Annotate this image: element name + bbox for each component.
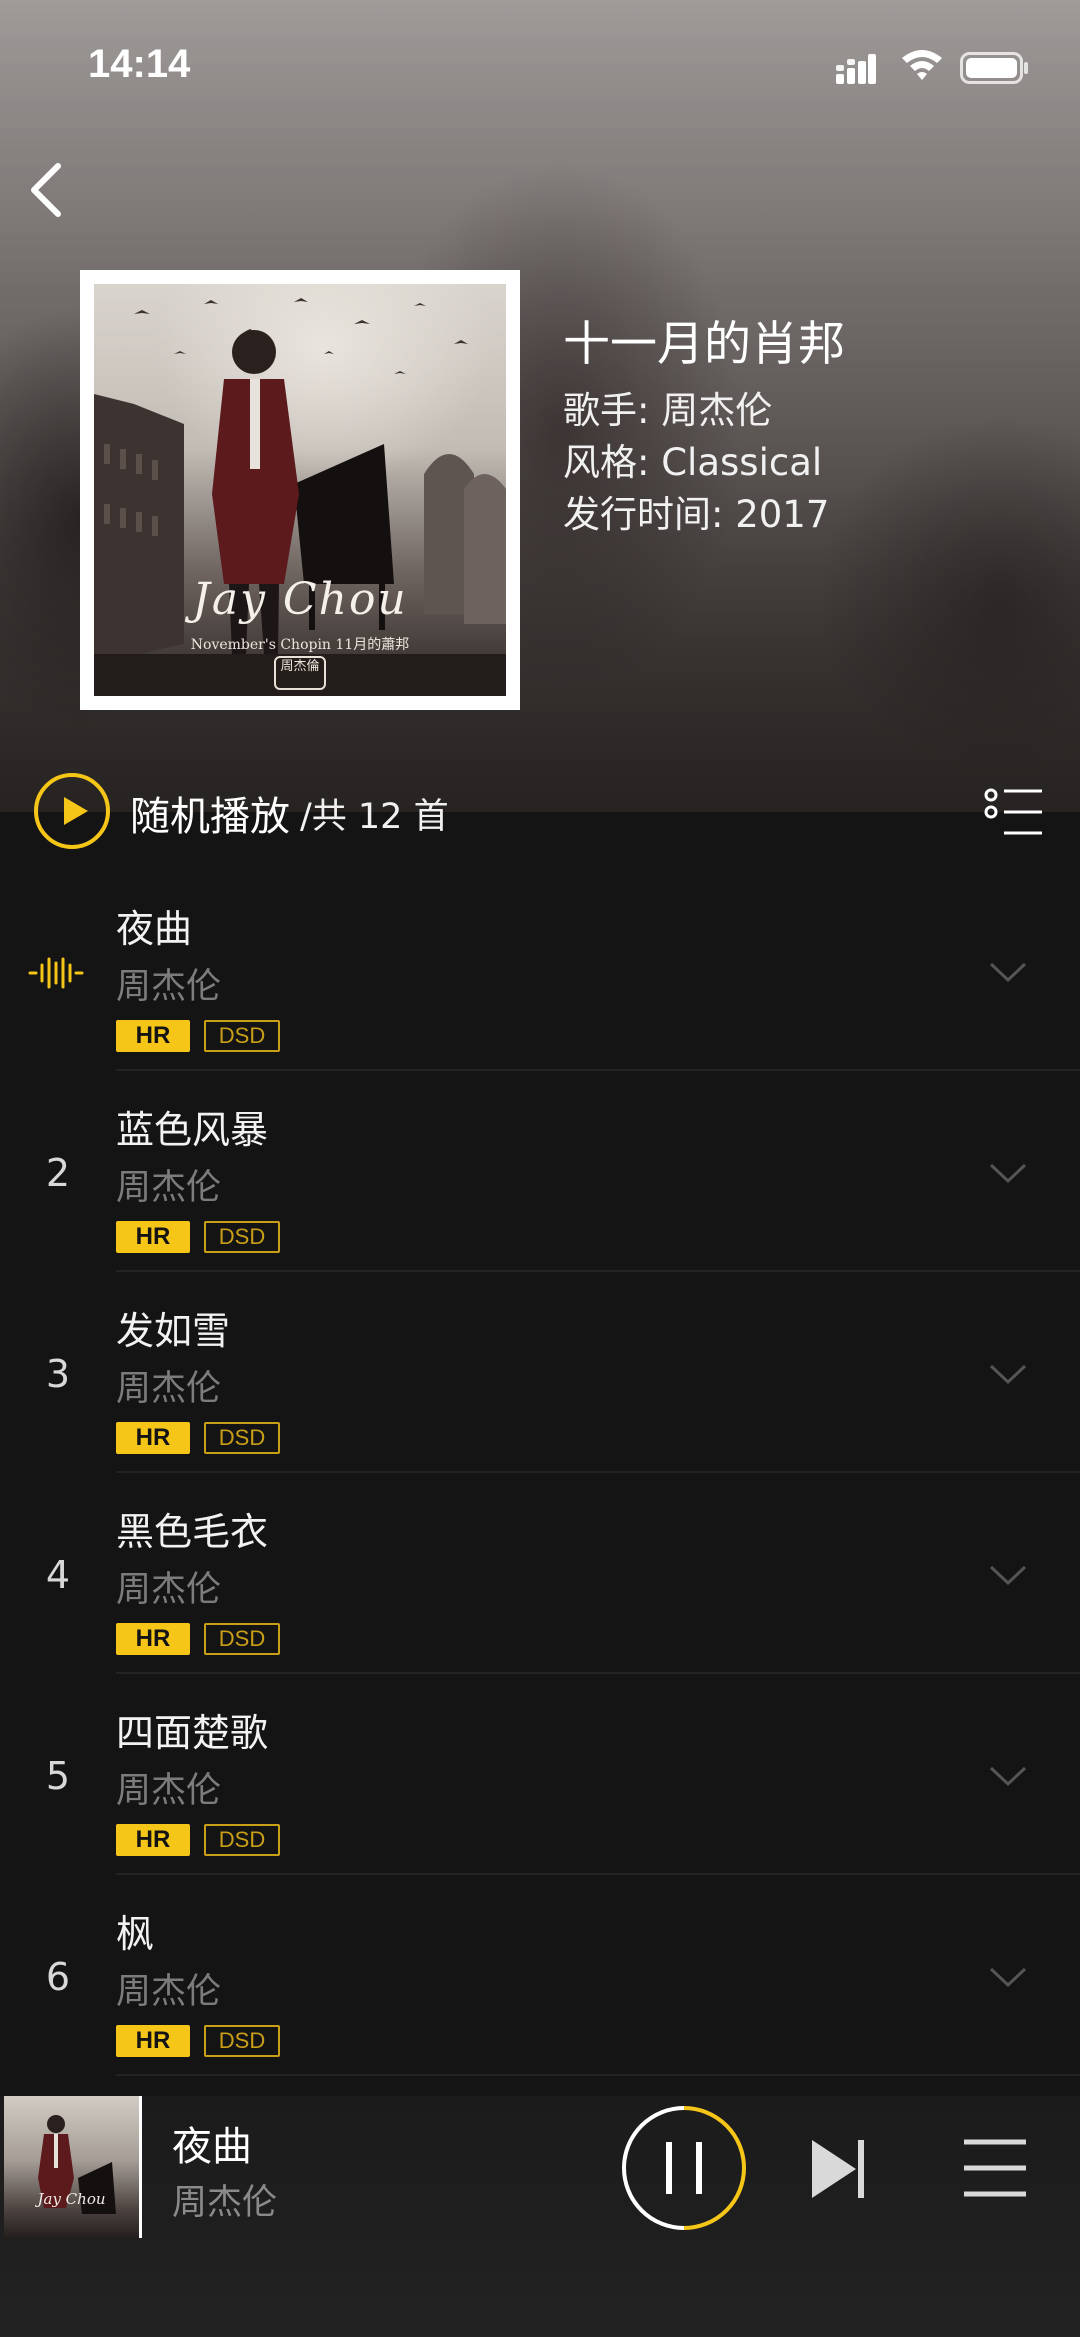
track-artist: 周杰伦 xyxy=(116,1369,222,1409)
hr-badge: HR xyxy=(116,1623,190,1655)
track-title: 四面楚歌 xyxy=(116,1711,269,1755)
status-time: 14:14 xyxy=(88,42,191,86)
hr-badge: HR xyxy=(116,2025,190,2057)
track-title: 蓝色风暴 xyxy=(116,1108,269,1152)
wifi-icon xyxy=(902,50,942,80)
cover-title-text: Jay Chou xyxy=(192,574,408,625)
chevron-down-icon[interactable] xyxy=(988,1362,1028,1386)
chevron-down-icon[interactable] xyxy=(988,1965,1028,1989)
hr-badge: HR xyxy=(116,1824,190,1856)
hr-badge: HR xyxy=(116,1020,190,1052)
album-genre: 风格: Classical xyxy=(563,441,823,484)
battery-icon xyxy=(960,52,1028,84)
track-number: 3 xyxy=(45,1352,71,1396)
mini-cover-text: Jay Chou xyxy=(37,2190,106,2208)
chevron-left-icon xyxy=(31,163,61,217)
track-number: 5 xyxy=(45,1754,71,1798)
track-artist: 周杰伦 xyxy=(116,1771,222,1811)
pause-button[interactable] xyxy=(620,2104,748,2232)
cover-subtitle-text: November's Chopin 11月的蕭邦 xyxy=(190,637,410,653)
track-count: /共 12 首 xyxy=(300,797,449,837)
album-cover: Jay Chou November's Chopin 11月的蕭邦 周杰倫 xyxy=(80,270,520,710)
now-playing-equalizer-icon xyxy=(28,957,84,989)
back-button[interactable] xyxy=(18,158,78,222)
dsd-badge: DSD xyxy=(204,1020,280,1052)
mini-cover-figure xyxy=(38,2115,116,2214)
chevron-down-icon[interactable] xyxy=(988,1764,1028,1788)
divider xyxy=(116,2074,1080,2076)
chevron-down-icon[interactable] xyxy=(988,960,1028,984)
playlist-queue-button[interactable] xyxy=(962,2136,1028,2200)
mini-player[interactable]: Jay Chou 夜曲 周杰伦 xyxy=(0,2096,1080,2337)
cover-seal-text: 周杰倫 xyxy=(274,656,326,690)
track-artist: 周杰伦 xyxy=(116,967,222,1007)
hr-badge: HR xyxy=(116,1422,190,1454)
multi-select-list-icon[interactable] xyxy=(984,788,1044,836)
track-row[interactable]: 6 枫 周杰伦 HR DSD xyxy=(0,1875,1080,2076)
shuffle-play-bar: 随机播放 /共 12 首 xyxy=(0,770,1080,860)
track-number: 2 xyxy=(45,1151,71,1195)
dsd-badge: DSD xyxy=(204,1623,280,1655)
next-track-button[interactable] xyxy=(808,2136,868,2202)
album-cover-art: Jay Chou November's Chopin 11月的蕭邦 周杰倫 xyxy=(94,284,506,696)
dsd-badge: DSD xyxy=(204,1824,280,1856)
album-artist[interactable]: 歌手: 周杰伦 xyxy=(563,380,772,434)
mini-player-cover[interactable]: Jay Chou xyxy=(4,2096,142,2238)
chevron-down-icon[interactable] xyxy=(988,1563,1028,1587)
play-circle-icon[interactable] xyxy=(33,772,111,850)
track-row[interactable]: 夜曲 周杰伦 HR DSD xyxy=(0,870,1080,1071)
track-title: 枫 xyxy=(116,1912,155,1956)
dsd-badge: DSD xyxy=(204,1221,280,1253)
track-row[interactable]: 3 发如雪 周杰伦 HR DSD xyxy=(0,1272,1080,1473)
track-row[interactable]: 2 蓝色风暴 周杰伦 HR DSD xyxy=(0,1071,1080,1272)
dsd-badge: DSD xyxy=(204,1422,280,1454)
status-bar: 14:14 xyxy=(0,0,1080,130)
chevron-down-icon[interactable] xyxy=(988,1161,1028,1185)
track-artist: 周杰伦 xyxy=(116,1168,222,1208)
track-title: 黑色毛衣 xyxy=(116,1510,269,1554)
track-number: 6 xyxy=(45,1955,71,1999)
track-title: 夜曲 xyxy=(116,907,193,951)
signal-icon xyxy=(836,54,876,84)
track-artist: 周杰伦 xyxy=(116,1570,222,1610)
dsd-badge: DSD xyxy=(204,2025,280,2057)
album-title: 十一月的肖邦 xyxy=(563,317,845,372)
hr-badge: HR xyxy=(116,1221,190,1253)
track-row[interactable]: 4 黑色毛衣 周杰伦 HR DSD xyxy=(0,1473,1080,1674)
track-artist: 周杰伦 xyxy=(116,1972,222,2012)
track-number: 4 xyxy=(45,1553,71,1597)
now-playing-artist[interactable]: 周杰伦 xyxy=(172,2174,277,2225)
album-release-date: 发行时间: 2017 xyxy=(563,493,830,536)
now-playing-title[interactable]: 夜曲 xyxy=(172,2114,252,2172)
track-row[interactable]: 5 四面楚歌 周杰伦 HR DSD xyxy=(0,1674,1080,1875)
track-title: 发如雪 xyxy=(116,1309,231,1353)
shuffle-play-button[interactable]: 随机播放 xyxy=(130,784,290,842)
